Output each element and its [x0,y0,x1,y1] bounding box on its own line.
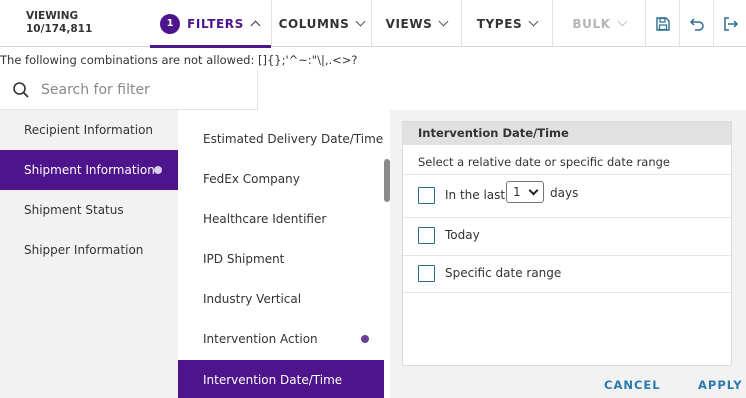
field-item-healthcare-identifier[interactable]: Healthcare Identifier [178,199,384,239]
chevron-up-icon [250,20,261,30]
today-label: Today [445,228,480,242]
category-item-recipient-information[interactable]: Recipient Information [0,110,178,150]
field-label: Intervention Action [203,332,318,346]
viewing-label: VIEWING [26,10,79,22]
category-label: Shipment Status [24,203,124,217]
active-filter-dot [154,166,162,174]
chevron-down-icon [438,16,449,27]
views-label: VIEWS [385,16,433,31]
specific-date-range-label: Specific date range [445,266,562,280]
filter-options-card: Intervention Date/Time Select a relative… [402,121,732,366]
field-label: FedEx Company [203,172,300,186]
category-item-shipper-information[interactable]: Shipper Information [0,230,178,270]
bulk-button[interactable]: BULK [552,0,645,47]
filters-label: FILTERS [187,16,244,31]
category-label: Recipient Information [24,123,154,137]
exit-button[interactable] [713,0,746,47]
today-checkbox[interactable] [418,227,435,244]
viewing-count: VIEWING 10/174,811 [26,10,92,36]
field-label: Intervention Date/Time [203,373,343,387]
chevron-down-icon [617,16,628,27]
chevron-down-icon [528,16,539,27]
in-the-last-label: In the last [445,188,506,202]
days-label: days [550,186,579,200]
category-list: Recipient Information Shipment Informati… [0,110,178,398]
bulk-label: BULK [572,16,611,31]
types-button[interactable]: TYPES [461,0,552,47]
field-item-industry-vertical[interactable]: Industry Vertical [178,279,384,319]
option-row-today: Today [403,217,731,255]
toolbar: VIEWING 10/174,811 1 FILTERS COLUMNS VIE… [0,0,746,48]
search-icon [13,82,29,98]
in-the-last-checkbox[interactable] [418,187,435,204]
field-label: IPD Shipment [203,252,285,266]
filters-button[interactable]: 1 FILTERS [148,0,271,48]
filter-options-subtitle: Select a relative date or specific date … [418,155,671,169]
search-input[interactable] [41,79,241,101]
in-the-last-select[interactable]: 1 [506,181,544,203]
field-label: Healthcare Identifier [203,212,327,226]
field-item-intervention-action[interactable]: Intervention Action [178,319,384,359]
types-label: TYPES [476,16,523,31]
viewing-value: 10/174,811 [26,23,93,35]
category-label: Shipper Information [24,243,144,257]
field-label: Estimated Delivery Date/Time [203,132,384,146]
field-item-fedex-company[interactable]: FedEx Company [178,159,384,199]
field-list: Estimated Delivery Date/Time FedEx Compa… [178,110,390,398]
field-label: Industry Vertical [203,292,302,306]
category-item-shipment-status[interactable]: Shipment Status [0,190,178,230]
columns-label: COLUMNS [278,16,350,31]
field-item-intervention-date-time[interactable]: Intervention Date/Time [178,360,384,398]
field-item-estimated-delivery-date-time[interactable]: Estimated Delivery Date/Time [178,119,384,159]
save-button[interactable] [645,0,679,47]
views-button[interactable]: VIEWS [371,0,461,47]
filter-options-title: Intervention Date/Time [403,122,731,145]
category-item-shipment-information[interactable]: Shipment Information [0,150,178,190]
filter-search [0,70,258,110]
apply-button[interactable]: APPLY [698,378,743,392]
in-the-last-value: 1 [513,185,521,199]
filters-count-badge: 1 [160,13,181,34]
field-item-ipd-shipment[interactable]: IPD Shipment [178,239,384,279]
cancel-button[interactable]: CANCEL [604,378,661,392]
undo-icon [689,17,704,31]
exit-icon [723,16,738,31]
chevron-down-icon [528,185,539,196]
chevron-down-icon [355,16,366,27]
undo-button[interactable] [679,0,713,47]
columns-button[interactable]: COLUMNS [271,0,371,47]
category-label: Shipment Information [24,163,155,177]
specific-date-range-checkbox[interactable] [418,265,435,282]
option-row-specific-date-range: Specific date range [403,255,731,293]
active-filter-dot [361,335,369,343]
disallowed-characters-notice: The following combinations are not allow… [0,53,358,67]
save-icon [655,16,670,31]
